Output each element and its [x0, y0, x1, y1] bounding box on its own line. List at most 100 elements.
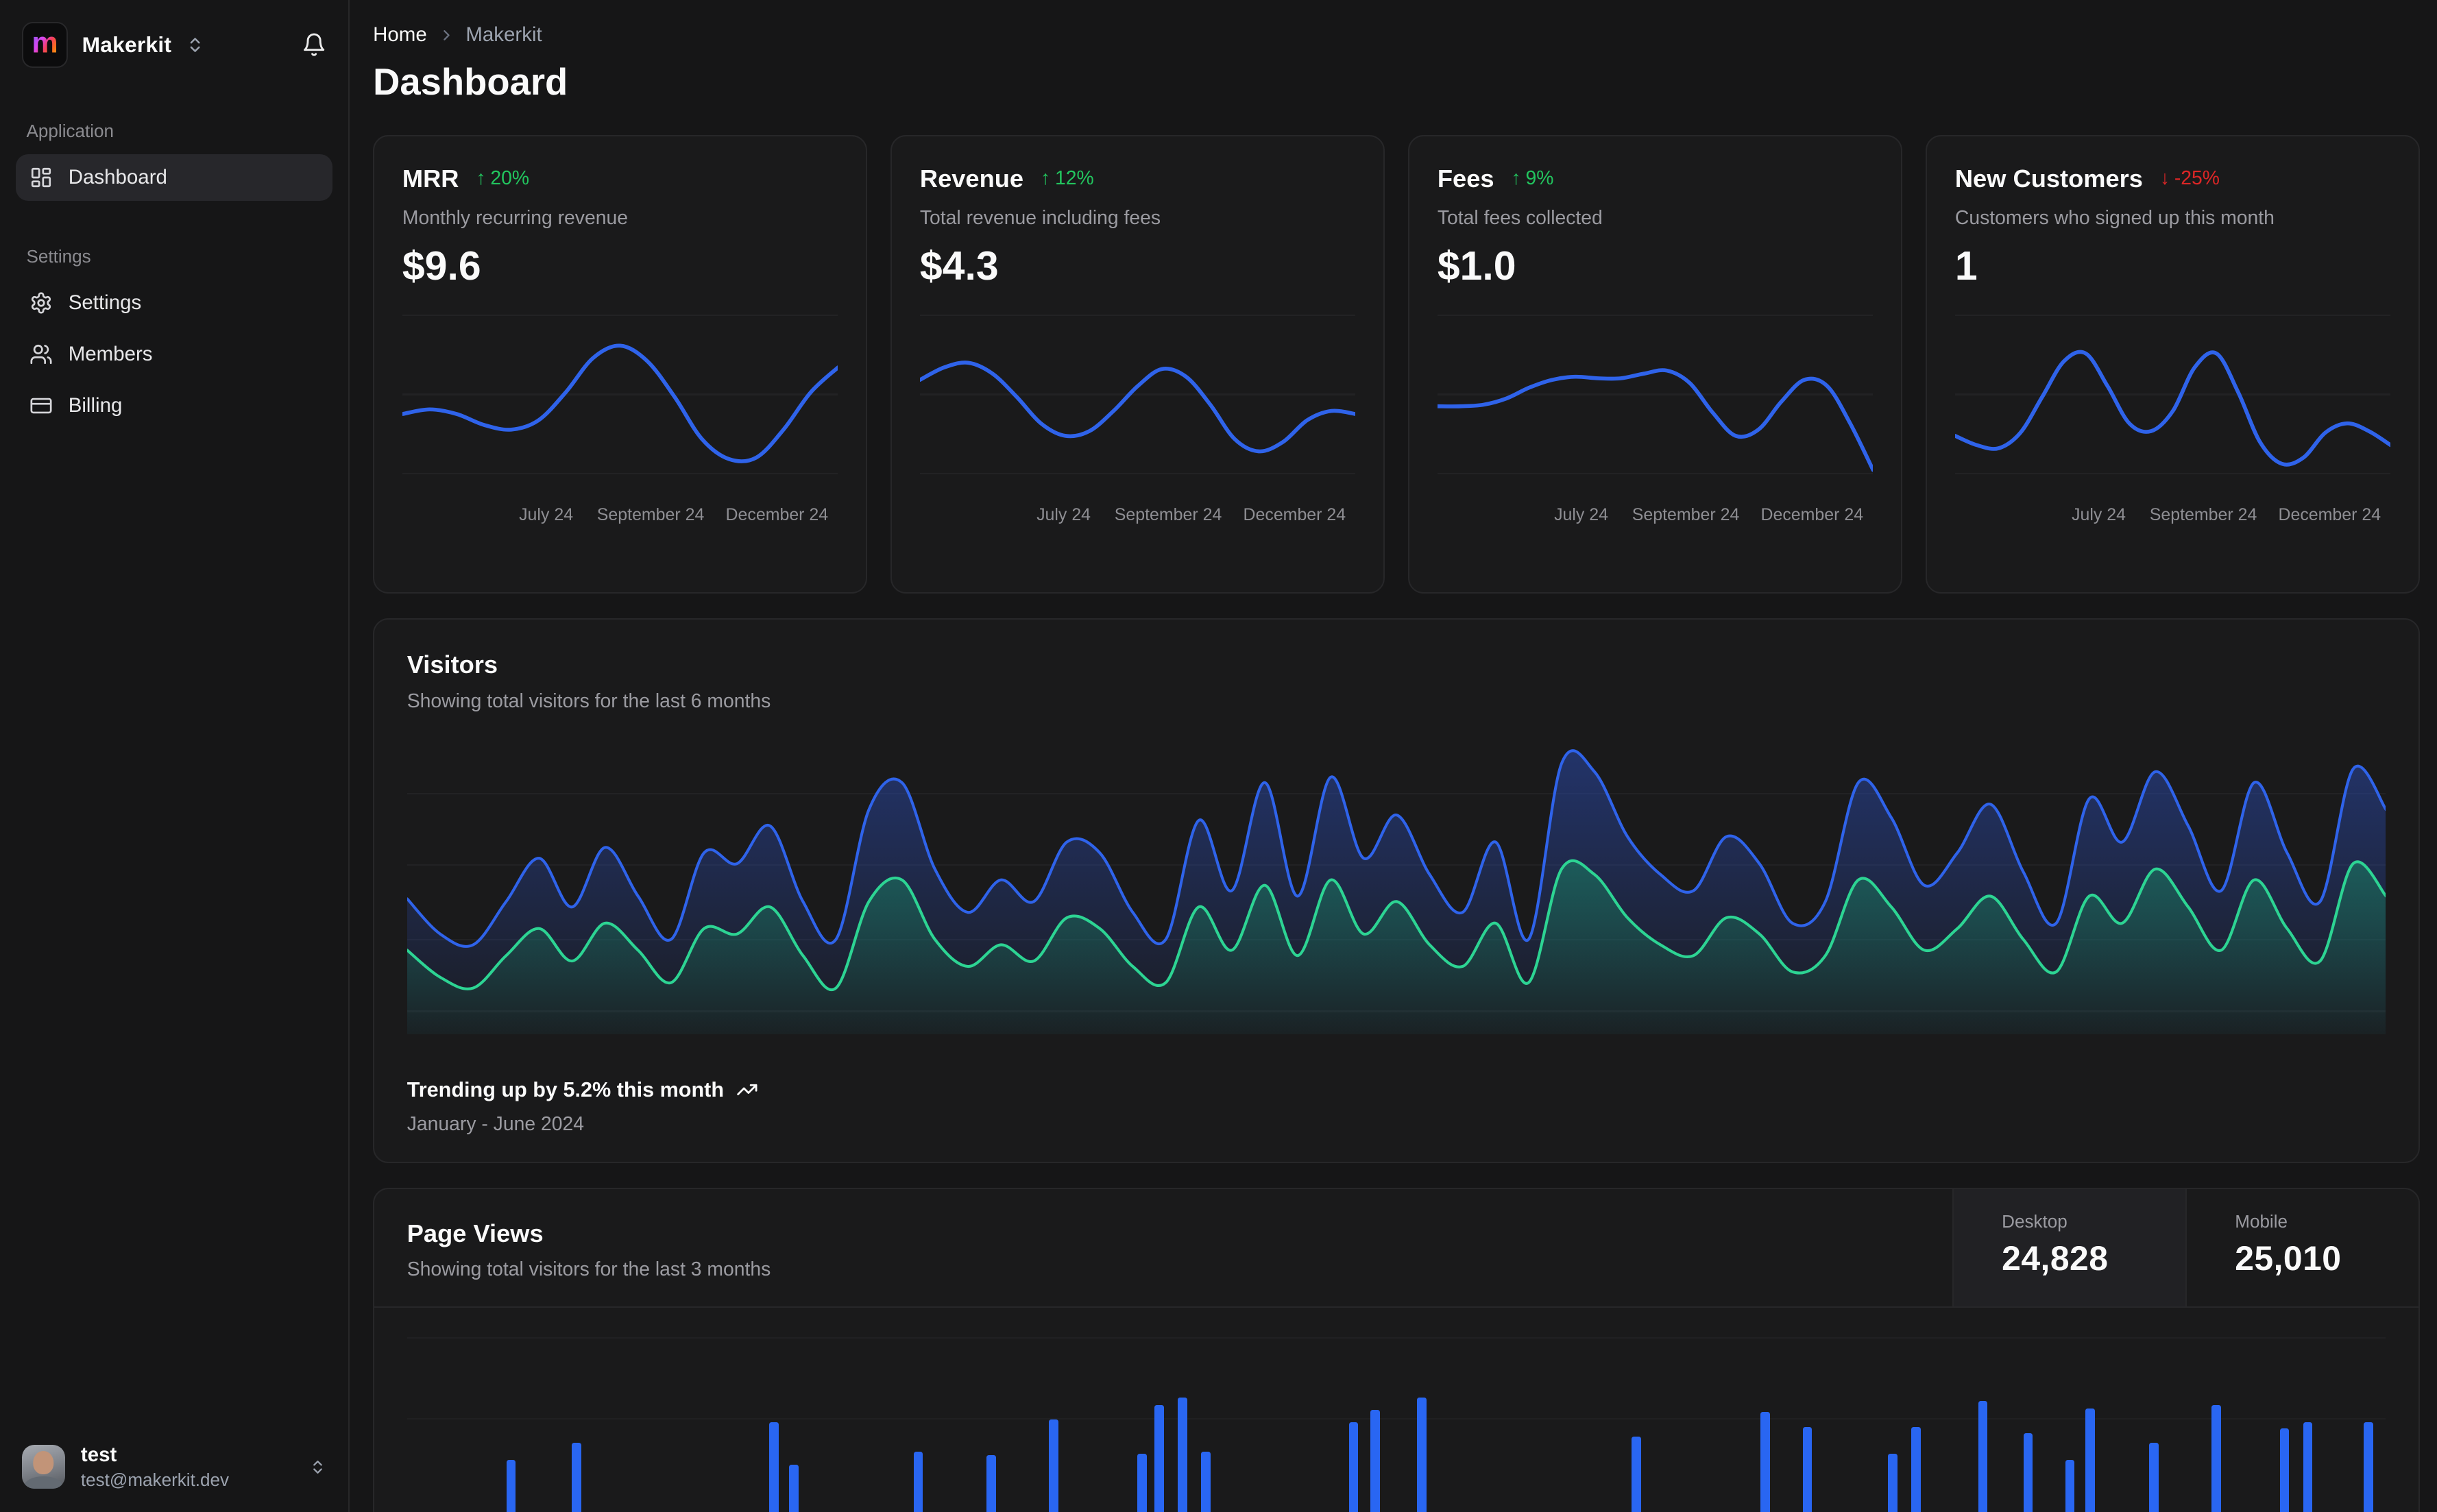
credit-card-icon — [29, 394, 53, 417]
bar — [789, 1464, 799, 1512]
stat-cards-row: MRR ↑ 20% Monthly recurring revenue $9.6 … — [373, 134, 2421, 594]
notifications-bell-icon[interactable] — [302, 32, 326, 57]
sidebar-item-label: Settings — [68, 291, 142, 315]
line-chart-svg — [1437, 367, 1874, 472]
page-views-card: Page Views Showing total visitors for th… — [373, 1188, 2421, 1512]
bar — [1888, 1453, 1898, 1512]
x-axis-labels: July 24 September 24 December 24 — [2072, 505, 2381, 525]
dashboard-grid-icon — [29, 166, 53, 189]
arrow-up-icon: ↑ — [476, 167, 486, 190]
stat-value: $9.6 — [402, 244, 481, 289]
workspace-switcher[interactable]: m Makerkit — [16, 21, 333, 69]
bar — [2211, 1405, 2221, 1512]
stat-value: $4.3 — [919, 244, 999, 289]
bar — [2065, 1459, 2075, 1512]
visitors-title: Visitors — [407, 650, 498, 679]
main-content: Home Makerkit Dashboard MRR ↑ 20% Monthly… — [351, 0, 2437, 1512]
stat-subtitle: Total revenue including fees — [919, 206, 1161, 229]
bar — [1911, 1427, 1921, 1512]
bar — [1370, 1410, 1380, 1512]
toggle-desktop[interactable]: Desktop 24,828 — [1952, 1189, 2185, 1306]
x-axis-labels: July 24 September 24 December 24 — [1036, 505, 1346, 525]
toggle-mobile[interactable]: Mobile 25,010 — [2185, 1189, 2418, 1306]
bar — [2364, 1422, 2373, 1512]
user-menu[interactable]: test test@makerkit.dev — [16, 1440, 333, 1493]
breadcrumb-home-link[interactable]: Home — [373, 23, 427, 47]
bar — [2279, 1428, 2290, 1512]
toggle-value: 24,828 — [2002, 1239, 2109, 1278]
sidebar-item-members[interactable]: Members — [16, 331, 333, 378]
user-name: test — [80, 1443, 117, 1466]
bar — [1417, 1398, 1427, 1512]
page-views-title: Page Views — [407, 1219, 544, 1247]
arrow-up-icon: ↑ — [1511, 167, 1521, 190]
bar — [1978, 1400, 1988, 1512]
sidebar-item-dashboard[interactable]: Dashboard — [15, 154, 333, 202]
stat-card-new-customers: New Customers ↓ -25% Customers who signed… — [1926, 134, 2421, 594]
nav-group-application: Application — [26, 121, 114, 142]
bar — [2149, 1442, 2159, 1512]
bar — [1154, 1405, 1164, 1512]
sidebar-item-label: Dashboard — [68, 166, 167, 189]
visitors-area-chart — [407, 736, 2386, 1035]
bar — [1137, 1453, 1147, 1512]
bar — [986, 1455, 996, 1512]
stat-value: 1 — [1954, 244, 1978, 289]
makerkit-logo: m — [21, 21, 69, 69]
users-icon — [29, 343, 53, 366]
user-meta: test test@makerkit.dev — [81, 1443, 229, 1490]
trend-badge: ↓ -25% — [2159, 167, 2220, 190]
x-axis-labels: July 24 September 24 December 24 — [1554, 505, 1864, 525]
visitors-subtitle: Showing total visitors for the last 6 mo… — [407, 690, 771, 713]
trend-badge: ↑ 9% — [1511, 167, 1554, 190]
x-axis-labels: July 24 September 24 December 24 — [519, 505, 829, 525]
bar — [1178, 1398, 1187, 1512]
bar — [913, 1452, 923, 1512]
chevrons-up-down-icon — [309, 1459, 326, 1476]
breadcrumb-current: Makerkit — [465, 23, 542, 46]
sidebar: m Makerkit Application Dashboard Setting… — [0, 0, 350, 1512]
stat-card-mrr: MRR ↑ 20% Monthly recurring revenue $9.6 … — [373, 134, 868, 594]
page-views-header: Page Views Showing total visitors for th… — [374, 1189, 2419, 1308]
trend-badge: ↑ 12% — [1041, 167, 1094, 190]
stat-subtitle: Customers who signed up this month — [1954, 206, 2275, 229]
makerkit-dashboard-app: m Makerkit Application Dashboard Setting… — [0, 0, 2437, 1512]
workspace-name: Makerkit — [82, 32, 172, 57]
stat-title: Revenue — [919, 164, 1024, 193]
toggle-label: Desktop — [2002, 1211, 2068, 1232]
stat-title: MRR — [402, 164, 459, 193]
trending-up-icon — [737, 1084, 757, 1096]
arrow-up-icon: ↑ — [1041, 167, 1051, 190]
sidebar-item-billing[interactable]: Billing — [16, 382, 333, 429]
area-chart-svg — [407, 749, 2386, 1035]
bar — [1348, 1422, 1359, 1512]
nav-group-settings: Settings — [26, 246, 91, 267]
visitors-footer: Trending up by 5.2% this month — [407, 1078, 2386, 1102]
arrow-down-icon: ↓ — [2159, 167, 2170, 190]
line-chart-svg — [1954, 350, 2391, 467]
stat-title: Fees — [1437, 164, 1494, 193]
avatar — [21, 1445, 66, 1489]
bar — [1760, 1411, 1771, 1512]
fees-sparkline-chart — [1437, 314, 1874, 495]
stat-card-fees: Fees ↑ 9% Total fees collected $1.0 July … — [1408, 134, 1903, 594]
bar — [1201, 1452, 1211, 1512]
revenue-sparkline-chart — [919, 314, 1356, 495]
bar — [1049, 1419, 1058, 1512]
stat-card-revenue: Revenue ↑ 12% Total revenue including fee… — [890, 134, 1385, 594]
sidebar-item-settings[interactable]: Settings — [16, 280, 333, 326]
chevron-right-icon — [438, 27, 455, 44]
chevrons-up-down-icon — [186, 36, 204, 54]
bar — [768, 1422, 779, 1512]
user-email: test@makerkit.dev — [80, 1470, 230, 1491]
bar — [2085, 1408, 2095, 1512]
bar — [572, 1442, 581, 1512]
line-chart-svg — [402, 343, 838, 463]
page-views-subtitle: Showing total visitors for the last 3 mo… — [407, 1258, 771, 1281]
visitors-date-range: January - June 2024 — [407, 1112, 584, 1135]
bar — [2303, 1422, 2313, 1512]
bar — [2023, 1433, 2033, 1512]
page-views-bar-chart — [407, 1314, 2386, 1512]
gear-icon — [29, 291, 53, 315]
sidebar-item-label: Members — [68, 343, 153, 366]
